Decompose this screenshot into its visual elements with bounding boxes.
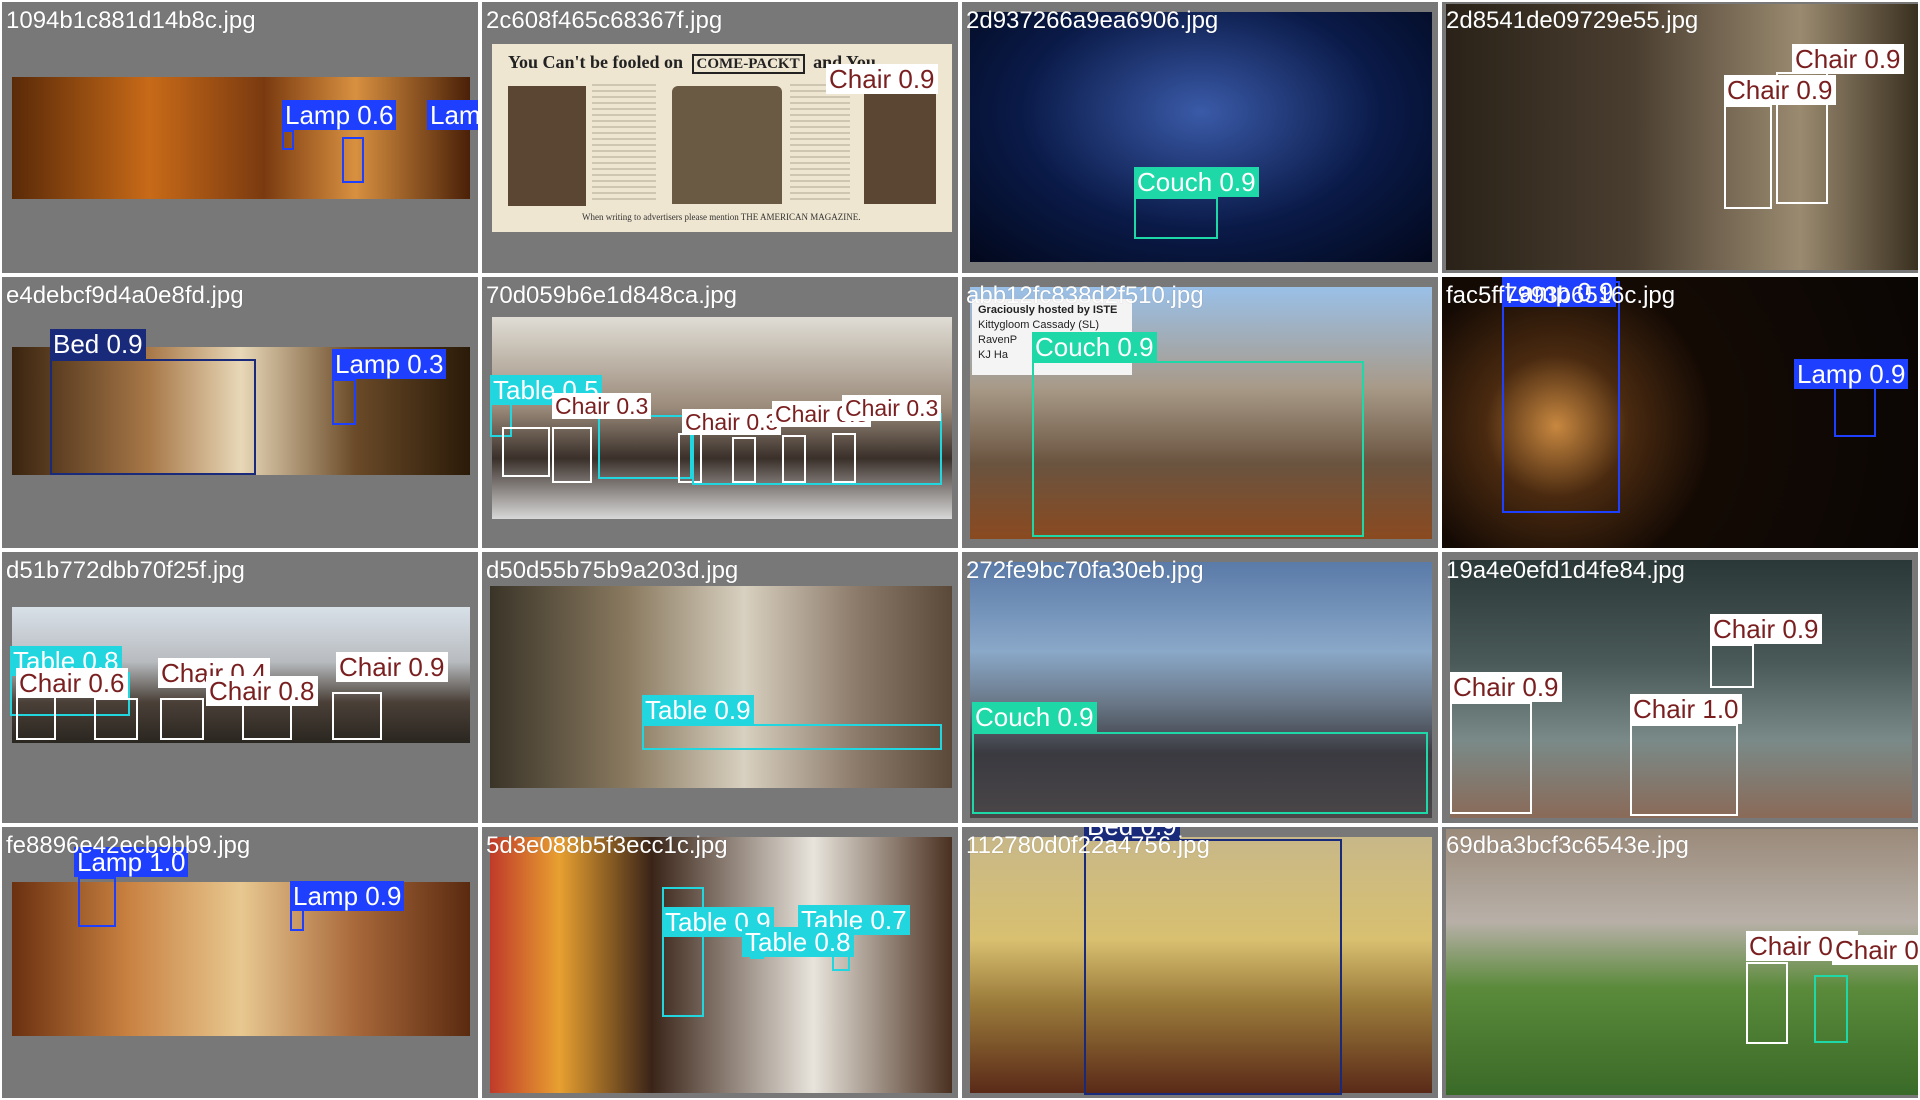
chair-box [242, 702, 292, 740]
chair-box [832, 433, 856, 483]
tile-filename: e4debcf9d4a0e8fd.jpg [6, 282, 244, 309]
detection-label: Chair 0.9 [336, 652, 448, 682]
ad-footer: When writing to advertisers please menti… [582, 212, 861, 222]
lamp-box [1502, 281, 1620, 513]
tile-photo [490, 586, 952, 788]
tile-13[interactable]: 5d3e088b5f3ecc1c.jpg Table 0.9 Table 0.7… [480, 825, 960, 1100]
couch-box [1814, 975, 1848, 1043]
lamp-box [332, 379, 356, 425]
detection-label: Couch 0.9 [1134, 167, 1259, 197]
tile-filename: abb12fc838d2f510.jpg [966, 282, 1204, 309]
ad-headline-text: You Can't be fooled on [508, 52, 684, 72]
detection-label: Table 0.8 [742, 927, 854, 957]
detection-label: Lamp 0.9 [290, 881, 405, 911]
lamp-box [290, 909, 304, 931]
ad-headline: You Can't be fooled on COME-PACKT and Yo… [508, 52, 876, 74]
tile-filename: fe8896e42ecb9bb9.jpg [6, 832, 251, 859]
couch-box [972, 732, 1428, 814]
tile-5[interactable]: 70d059b6e1d848ca.jpg Table 0.5 Chair 0.3… [480, 275, 960, 550]
tile-filename: 70d059b6e1d848ca.jpg [486, 282, 737, 309]
tile-filename: 272fe9bc70fa30eb.jpg [966, 557, 1204, 584]
table-box [642, 724, 942, 750]
detection-label: Table 0.9 [642, 695, 754, 725]
detection-label: Lamp 0.3 [332, 349, 447, 379]
tile-7[interactable]: fac5ff7993b6516c.jpg Lamp 0.9 Lamp 0.9 [1440, 275, 1920, 550]
tile-4[interactable]: e4debcf9d4a0e8fd.jpg Bed 0.9 Lamp 0.3 [0, 275, 480, 550]
tile-15[interactable]: 69dba3bcf3c6543e.jpg Chair 0.9 Chair 0.9 [1440, 825, 1920, 1100]
lamp-box [282, 130, 294, 150]
tile-9[interactable]: d50d55b75b9a203d.jpg Table 0.9 [480, 550, 960, 825]
chair-box [1710, 644, 1754, 688]
chair-box [1746, 962, 1788, 1044]
tile-photo [490, 837, 952, 1093]
chair-box [94, 698, 138, 740]
detection-label: Chair 0.3 [682, 409, 782, 435]
ad-cabinet-illustration [508, 86, 586, 206]
ad-brand: COME-PACKT [691, 54, 805, 74]
tile-2[interactable]: 2d937266a9ea6906.jpg Couch 0.9 [960, 0, 1440, 275]
chair-box [552, 427, 592, 483]
detection-label: Chair 0.8 [206, 676, 318, 706]
ad-chair-illustration [864, 94, 936, 204]
tile-filename: 2c608f465c68367f.jpg [486, 7, 723, 34]
tile-11[interactable]: 19a4e0efd1d4fe84.jpg Chair 0.9 Chair 0.9… [1440, 550, 1920, 825]
detection-label: Lamp 0.9 [1794, 359, 1909, 389]
chair-box [332, 692, 382, 740]
tile-filename: 69dba3bcf3c6543e.jpg [1446, 832, 1689, 859]
detection-label: Couch 0.9 [1032, 332, 1157, 362]
sign-line: Kittygloom Cassady (SL) [978, 319, 1100, 331]
lamp-box [342, 137, 364, 183]
chair-box [1724, 105, 1772, 209]
tile-0[interactable]: 1094b1c881d14b8c.jpg Lamp 0.6 Lamp 0.6 [0, 0, 480, 275]
tile-filename: 112780d0f22a4756.jpg [966, 832, 1210, 859]
chair-box [1630, 724, 1738, 816]
tile-3[interactable]: 2d8541de09729e55.jpg Chair 0.9 Chair 0.9 [1440, 0, 1920, 275]
tile-filename: 1094b1c881d14b8c.jpg [6, 7, 256, 34]
detection-label: Lamp 0.6 [282, 100, 397, 130]
tile-6[interactable]: abb12fc838d2f510.jpg Graciously hosted b… [960, 275, 1440, 550]
chair-box [782, 435, 806, 483]
detection-label: Chair 0.9 [826, 64, 938, 94]
chair-box [160, 698, 204, 740]
detection-label: Chair 1.0 [1630, 694, 1742, 724]
detection-label: Chair 0.9 [1724, 75, 1836, 105]
detection-label: Lamp 0.6 [427, 100, 478, 130]
tile-filename: 5d3e088b5f3ecc1c.jpg [486, 832, 728, 859]
chair-box [1450, 702, 1532, 814]
lamp-box [1834, 387, 1876, 437]
tile-photo [12, 77, 470, 199]
tile-12[interactable]: fe8896e42ecb9bb9.jpg Lamp 1.0 Lamp 0.9 [0, 825, 480, 1100]
lamp-box [78, 877, 116, 927]
detection-label: Chair 0.9 [1450, 672, 1562, 702]
detection-label: Chair 0.9 [1710, 614, 1822, 644]
tile-filename: d51b772dbb70f25f.jpg [6, 557, 245, 584]
tile-8[interactable]: d51b772dbb70f25f.jpg Table 0.8 Chair 0.6… [0, 550, 480, 825]
tile-filename: d50d55b75b9a203d.jpg [486, 557, 739, 584]
tile-1[interactable]: 2c608f465c68367f.jpg You Can't be fooled… [480, 0, 960, 275]
ad-text-column [790, 84, 850, 204]
ad-table-illustration [672, 86, 782, 204]
tile-filename: 2d937266a9ea6906.jpg [966, 7, 1219, 34]
tile-filename: fac5ff7993b6516c.jpg [1446, 282, 1676, 309]
chair-box [16, 696, 56, 740]
ad-text-column [592, 84, 656, 204]
detection-label: Chair 0.3 [552, 393, 652, 419]
detection-label: Chair 0.3 [842, 395, 942, 421]
detection-label: Bed 0.9 [50, 329, 146, 359]
tile-filename: 2d8541de09729e55.jpg [1446, 7, 1699, 34]
couch-box [1134, 197, 1218, 239]
detection-label: Chair 0.9 [1792, 44, 1904, 74]
bed-box [1084, 839, 1342, 1095]
detection-grid: 1094b1c881d14b8c.jpg Lamp 0.6 Lamp 0.6 2… [0, 0, 1920, 1100]
tile-10[interactable]: 272fe9bc70fa30eb.jpg Couch 0.9 [960, 550, 1440, 825]
detection-label: Couch 0.9 [972, 702, 1097, 732]
chair-box [502, 427, 550, 477]
tile-filename: 19a4e0efd1d4fe84.jpg [1446, 557, 1685, 584]
tile-14[interactable]: 112780d0f22a4756.jpg Bed 0.9 [960, 825, 1440, 1100]
bed-box [50, 359, 256, 475]
chair-box [732, 437, 756, 483]
detection-label: Chair 0.6 [16, 668, 128, 698]
detection-label: Chair 0.9 [1832, 935, 1918, 965]
couch-box [1032, 361, 1364, 537]
